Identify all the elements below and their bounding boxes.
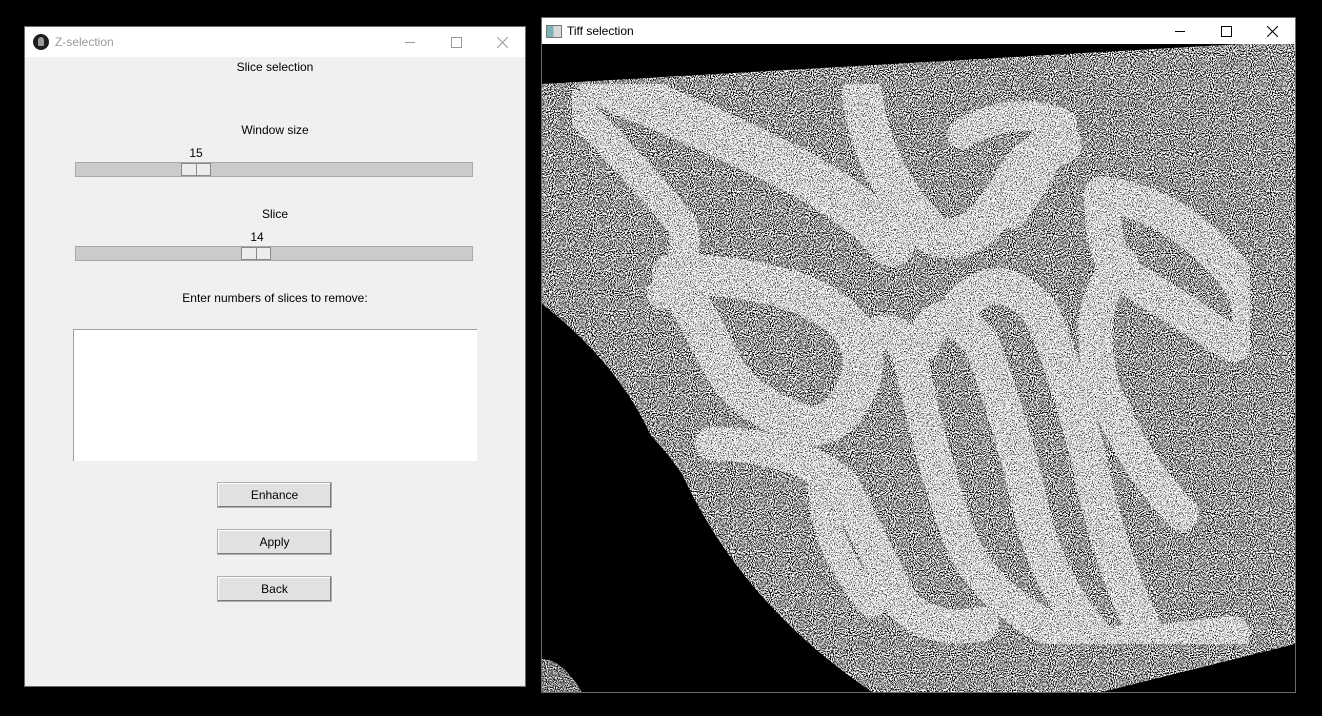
slice-slider[interactable] <box>75 246 473 261</box>
close-icon <box>496 36 508 48</box>
close-button[interactable] <box>1249 18 1295 44</box>
z-selection-window: Z-selection Slice selection Window size … <box>24 26 526 687</box>
minimize-icon <box>404 41 415 43</box>
tiff-selection-window: Tiff selection <box>541 17 1296 693</box>
maximize-icon <box>1220 25 1232 37</box>
title-bar[interactable]: Tiff selection <box>542 18 1295 44</box>
remove-slices-label: Enter numbers of slices to remove: <box>182 291 368 305</box>
minimize-button[interactable] <box>387 27 433 57</box>
tiff-image-icon <box>546 24 562 38</box>
window-size-slider[interactable] <box>75 162 473 177</box>
window-title: Tiff selection <box>567 24 634 38</box>
slice-label: Slice <box>261 207 288 221</box>
back-button[interactable]: Back <box>217 576 332 602</box>
window-title: Z-selection <box>55 35 114 49</box>
minimize-button[interactable] <box>1157 18 1203 44</box>
window-size-label: Window size <box>241 123 309 137</box>
maximize-icon <box>450 36 462 48</box>
slice-value: 14 <box>250 230 264 244</box>
maximize-button[interactable] <box>433 27 479 57</box>
section-heading: Slice selection <box>236 60 314 74</box>
slice-slider-thumb[interactable] <box>241 247 271 260</box>
maximize-button[interactable] <box>1203 18 1249 44</box>
microscopy-slice-image <box>542 44 1295 692</box>
minimize-icon <box>1174 30 1185 32</box>
remove-slices-input[interactable] <box>73 329 477 461</box>
close-button[interactable] <box>479 27 525 57</box>
window-size-slider-thumb[interactable] <box>181 163 211 176</box>
window-size-value: 15 <box>189 146 203 160</box>
tiff-image[interactable] <box>542 44 1295 692</box>
title-bar[interactable]: Z-selection <box>25 27 525 57</box>
app-icon <box>33 34 49 50</box>
apply-button[interactable]: Apply <box>217 529 332 555</box>
enhance-button[interactable]: Enhance <box>217 482 332 508</box>
close-icon <box>1266 25 1278 37</box>
